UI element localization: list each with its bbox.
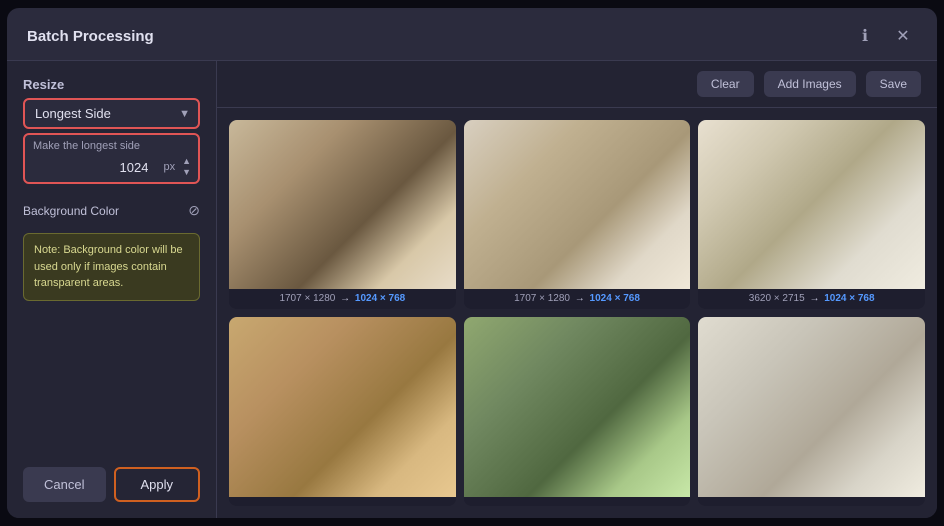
note-text: Note: Background color will be used only… bbox=[34, 244, 183, 289]
image-card-5 bbox=[464, 317, 691, 506]
action-buttons: Cancel Apply bbox=[23, 463, 200, 502]
eraser-icon-button[interactable]: ⊘ bbox=[188, 202, 200, 219]
decrement-button[interactable]: ▼ bbox=[179, 167, 194, 178]
right-toolbar: Clear Add Images Save bbox=[217, 61, 937, 108]
modal-header: Batch Processing ℹ ✕ bbox=[7, 8, 937, 61]
note-box: Note: Background color will be used only… bbox=[23, 233, 200, 301]
orig-dims-1: 1707 × 1280 bbox=[279, 293, 335, 304]
output-dims-3: 1024 × 768 bbox=[824, 293, 874, 304]
image-caption-3: 3620 × 2715 → 1024 × 768 bbox=[698, 289, 925, 309]
image-caption-4 bbox=[229, 497, 456, 506]
save-button[interactable]: Save bbox=[866, 71, 921, 97]
image-caption-2: 1707 × 1280 → 1024 × 768 bbox=[464, 289, 691, 309]
clear-button[interactable]: Clear bbox=[697, 71, 754, 97]
size-unit: px bbox=[163, 161, 175, 173]
toolbar-right: Clear Add Images Save bbox=[697, 71, 921, 97]
image-grid: 1707 × 1280 → 1024 × 768 1707 × 1280 → 1… bbox=[217, 108, 937, 518]
batch-processing-modal: Batch Processing ℹ ✕ Resize Longest Side… bbox=[7, 8, 937, 518]
modal-overlay: Batch Processing ℹ ✕ Resize Longest Side… bbox=[0, 0, 944, 526]
output-dims-2: 1024 × 768 bbox=[590, 293, 640, 304]
cancel-button[interactable]: Cancel bbox=[23, 467, 106, 502]
add-images-button[interactable]: Add Images bbox=[764, 71, 856, 97]
apply-button[interactable]: Apply bbox=[114, 467, 201, 502]
resize-label: Resize bbox=[23, 77, 200, 92]
spinner-buttons: ▲ ▼ bbox=[179, 156, 194, 178]
image-card-4 bbox=[229, 317, 456, 506]
modal-body: Resize Longest Side Width Height Fit Fil… bbox=[7, 61, 937, 518]
image-thumbnail-3 bbox=[698, 120, 925, 289]
image-thumbnail-5 bbox=[464, 317, 691, 497]
resize-mode-select[interactable]: Longest Side Width Height Fit Fill bbox=[25, 100, 198, 127]
image-caption-6 bbox=[698, 497, 925, 506]
bg-color-label: Background Color bbox=[23, 204, 119, 218]
left-panel: Resize Longest Side Width Height Fit Fil… bbox=[7, 61, 217, 518]
resize-section: Resize Longest Side Width Height Fit Fil… bbox=[23, 77, 200, 184]
image-card-1: 1707 × 1280 → 1024 × 768 bbox=[229, 120, 456, 309]
close-button[interactable]: ✕ bbox=[889, 22, 917, 50]
image-thumbnail-4 bbox=[229, 317, 456, 497]
resize-mode-select-wrapper[interactable]: Longest Side Width Height Fit Fill ▼ bbox=[23, 98, 200, 129]
image-card-2: 1707 × 1280 → 1024 × 768 bbox=[464, 120, 691, 309]
image-caption-1: 1707 × 1280 → 1024 × 768 bbox=[229, 289, 456, 309]
size-input-label: Make the longest side bbox=[25, 135, 198, 154]
output-dims-1: 1024 × 768 bbox=[355, 293, 405, 304]
right-panel: Clear Add Images Save 1707 × 1280 → 1024… bbox=[217, 61, 937, 518]
image-card-6 bbox=[698, 317, 925, 506]
image-caption-5 bbox=[464, 497, 691, 506]
header-actions: ℹ ✕ bbox=[851, 22, 917, 50]
image-card-3: 3620 × 2715 → 1024 × 768 bbox=[698, 120, 925, 309]
size-input-row: px ▲ ▼ bbox=[25, 154, 198, 182]
size-input[interactable] bbox=[33, 160, 163, 175]
image-thumbnail-6 bbox=[698, 317, 925, 497]
bg-color-row: Background Color ⊘ bbox=[23, 202, 200, 219]
image-thumbnail-2 bbox=[464, 120, 691, 289]
size-input-group: Make the longest side px ▲ ▼ bbox=[23, 133, 200, 184]
image-thumbnail-1 bbox=[229, 120, 456, 289]
increment-button[interactable]: ▲ bbox=[179, 156, 194, 167]
info-button[interactable]: ℹ bbox=[851, 22, 879, 50]
orig-dims-3: 3620 × 2715 bbox=[749, 293, 805, 304]
orig-dims-2: 1707 × 1280 bbox=[514, 293, 570, 304]
modal-title: Batch Processing bbox=[27, 28, 154, 45]
